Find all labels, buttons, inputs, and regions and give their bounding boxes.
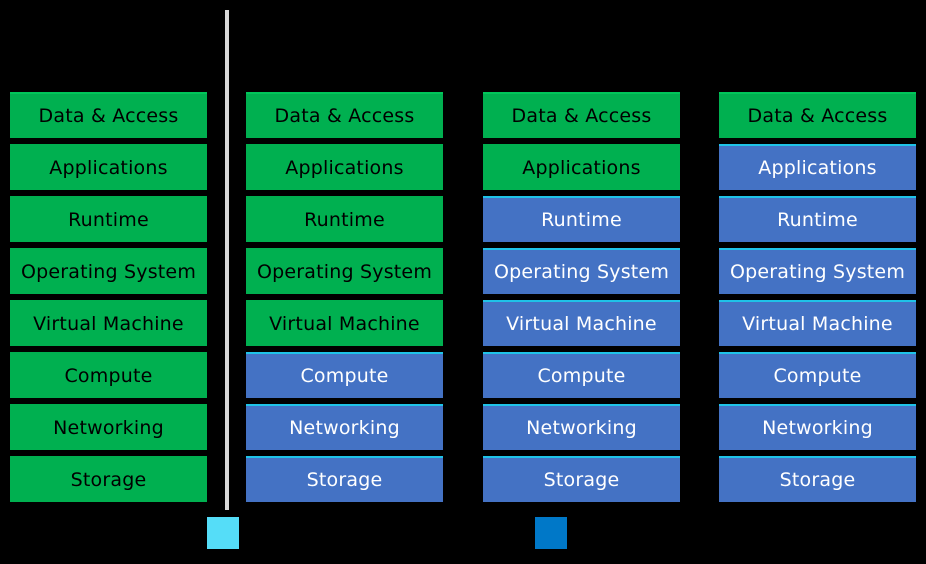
stack-block: Networking	[10, 404, 207, 450]
stack-block: Networking	[483, 404, 680, 450]
stack-block: Compute	[246, 352, 443, 398]
stack-block: Runtime	[719, 196, 916, 242]
stack-block: Storage	[483, 456, 680, 502]
stack-block: Operating System	[483, 248, 680, 294]
stack-block: Applications	[719, 144, 916, 190]
stack-block: Data & Access	[719, 92, 916, 138]
stack-block: Compute	[483, 352, 680, 398]
stack-column-2: Data & Access Applications Runtime Operatin…	[246, 92, 443, 502]
stack-block: Compute	[10, 352, 207, 398]
stack-block: Storage	[246, 456, 443, 502]
stack-block: Applications	[246, 144, 443, 190]
stack-block: Operating System	[719, 248, 916, 294]
stack-block: Virtual Machine	[719, 300, 916, 346]
stack-block: Applications	[483, 144, 680, 190]
stack-block: Storage	[10, 456, 207, 502]
stack-block: Runtime	[10, 196, 207, 242]
column-divider-line	[225, 10, 229, 508]
stack-column-1: Data & Access Applications Runtime Operatin…	[10, 92, 207, 502]
column-divider-foot	[225, 506, 229, 510]
stack-block: Virtual Machine	[246, 300, 443, 346]
stack-column-3: Data & Access Applications Runtime Operatin…	[483, 92, 680, 502]
stack-block: Runtime	[246, 196, 443, 242]
stack-block: Networking	[246, 404, 443, 450]
stack-block: Runtime	[483, 196, 680, 242]
stack-block: Applications	[10, 144, 207, 190]
stack-block: Data & Access	[10, 92, 207, 138]
stack-block: Data & Access	[246, 92, 443, 138]
legend-swatch-blue	[535, 517, 567, 549]
stack-block: Operating System	[246, 248, 443, 294]
diagram-canvas: Data & Access Applications Runtime Operatin…	[0, 0, 926, 564]
stack-block: Data & Access	[483, 92, 680, 138]
stack-block: Compute	[719, 352, 916, 398]
legend-swatch-cyan	[207, 517, 239, 549]
stack-block: Operating System	[10, 248, 207, 294]
stack-block: Virtual Machine	[10, 300, 207, 346]
stack-column-4: Data & Access Applications Runtime Operatin…	[719, 92, 916, 502]
stack-block: Storage	[719, 456, 916, 502]
stack-block: Networking	[719, 404, 916, 450]
stack-block: Virtual Machine	[483, 300, 680, 346]
